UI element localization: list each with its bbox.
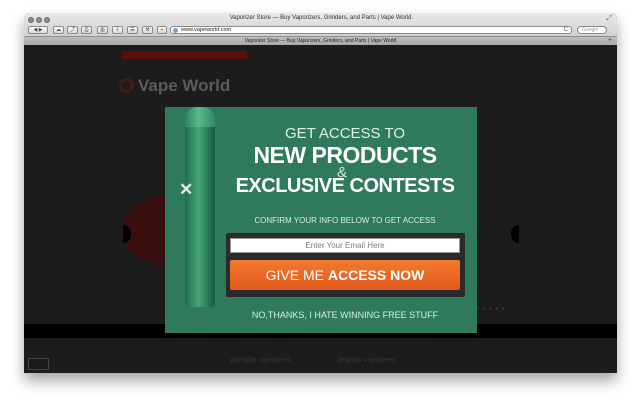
modal-heading-contests: EXCLUSIVE CONTESTS bbox=[235, 175, 455, 197]
search-field[interactable]: Google bbox=[577, 26, 607, 34]
modal-confirm-text: CONFIRM YOUR INFO BELOW TO GET ACCESS bbox=[254, 216, 436, 225]
promo-banner bbox=[122, 51, 247, 59]
bookmarks-icon[interactable]: ▥ bbox=[97, 26, 108, 34]
product-mouthpiece bbox=[185, 107, 215, 127]
browser-window: Vaporizer Store — Buy Vaporizers, Grinde… bbox=[24, 13, 617, 373]
address-bar[interactable]: www.vapeworld.com C bbox=[170, 26, 572, 34]
modal-heading-small: GET ACCESS TO bbox=[284, 125, 406, 142]
signup-modal: ✕ GET ACCESS TO NEW PRODUCTS & EXCLUSIVE… bbox=[165, 107, 477, 333]
forward-icon[interactable]: ▶ bbox=[39, 27, 43, 33]
decline-link[interactable]: NO,THANKS, I HATE WINNING FREE STUFF bbox=[227, 310, 463, 320]
print-icon[interactable]: ⎙ bbox=[81, 26, 92, 34]
product-image bbox=[185, 107, 215, 307]
chat-widget[interactable] bbox=[28, 358, 49, 370]
downloads-icon[interactable]: ⇩ bbox=[112, 26, 123, 34]
access-button-strong: ACCESS NOW bbox=[327, 267, 425, 283]
page-overlay[interactable]: Vape World ● ● ● ● ● FIND YOUR PERFECT V… bbox=[24, 45, 617, 373]
add-bookmark-icon[interactable]: + bbox=[157, 26, 167, 34]
cloud-icon[interactable]: ☁ bbox=[53, 26, 64, 34]
email-field[interactable] bbox=[230, 238, 460, 253]
reload-icon[interactable]: C bbox=[564, 27, 568, 34]
url-text: www.vapeworld.com bbox=[181, 27, 232, 33]
tab-active[interactable]: Vaporizer Store — Buy Vaporizers, Grinde… bbox=[24, 38, 617, 44]
fullscreen-icon[interactable]: ⤢ bbox=[606, 15, 612, 23]
access-now-button[interactable]: GIVE ME ACCESS NOW bbox=[230, 260, 460, 290]
site-logo: Vape World bbox=[138, 76, 231, 95]
history-icon[interactable]: ☰ bbox=[127, 26, 138, 34]
access-button-prefix: GIVE ME bbox=[265, 267, 328, 283]
tab-bar: Vaporizer Store — Buy Vaporizers, Grinde… bbox=[24, 36, 617, 45]
category-portable[interactable]: portable vaporizers bbox=[231, 357, 291, 364]
share-icon[interactable]: ⤴ bbox=[67, 26, 78, 34]
back-forward-buttons[interactable]: ◀ ▶ bbox=[28, 26, 48, 34]
new-tab-icon[interactable]: + bbox=[608, 37, 612, 44]
site-icon bbox=[173, 28, 178, 33]
window-title: Vaporizer Store — Buy Vaporizers, Grinde… bbox=[229, 15, 412, 21]
carousel-next-icon[interactable] bbox=[511, 225, 519, 243]
back-icon[interactable]: ◀ bbox=[33, 27, 37, 33]
category-desktop[interactable]: desktop vaporizers bbox=[337, 357, 396, 364]
carousel-dots[interactable]: ● ● ● ● ● bbox=[476, 306, 506, 312]
product-logo-icon: ✕ bbox=[179, 180, 194, 199]
tools-icon[interactable]: ⚒ bbox=[142, 26, 153, 34]
